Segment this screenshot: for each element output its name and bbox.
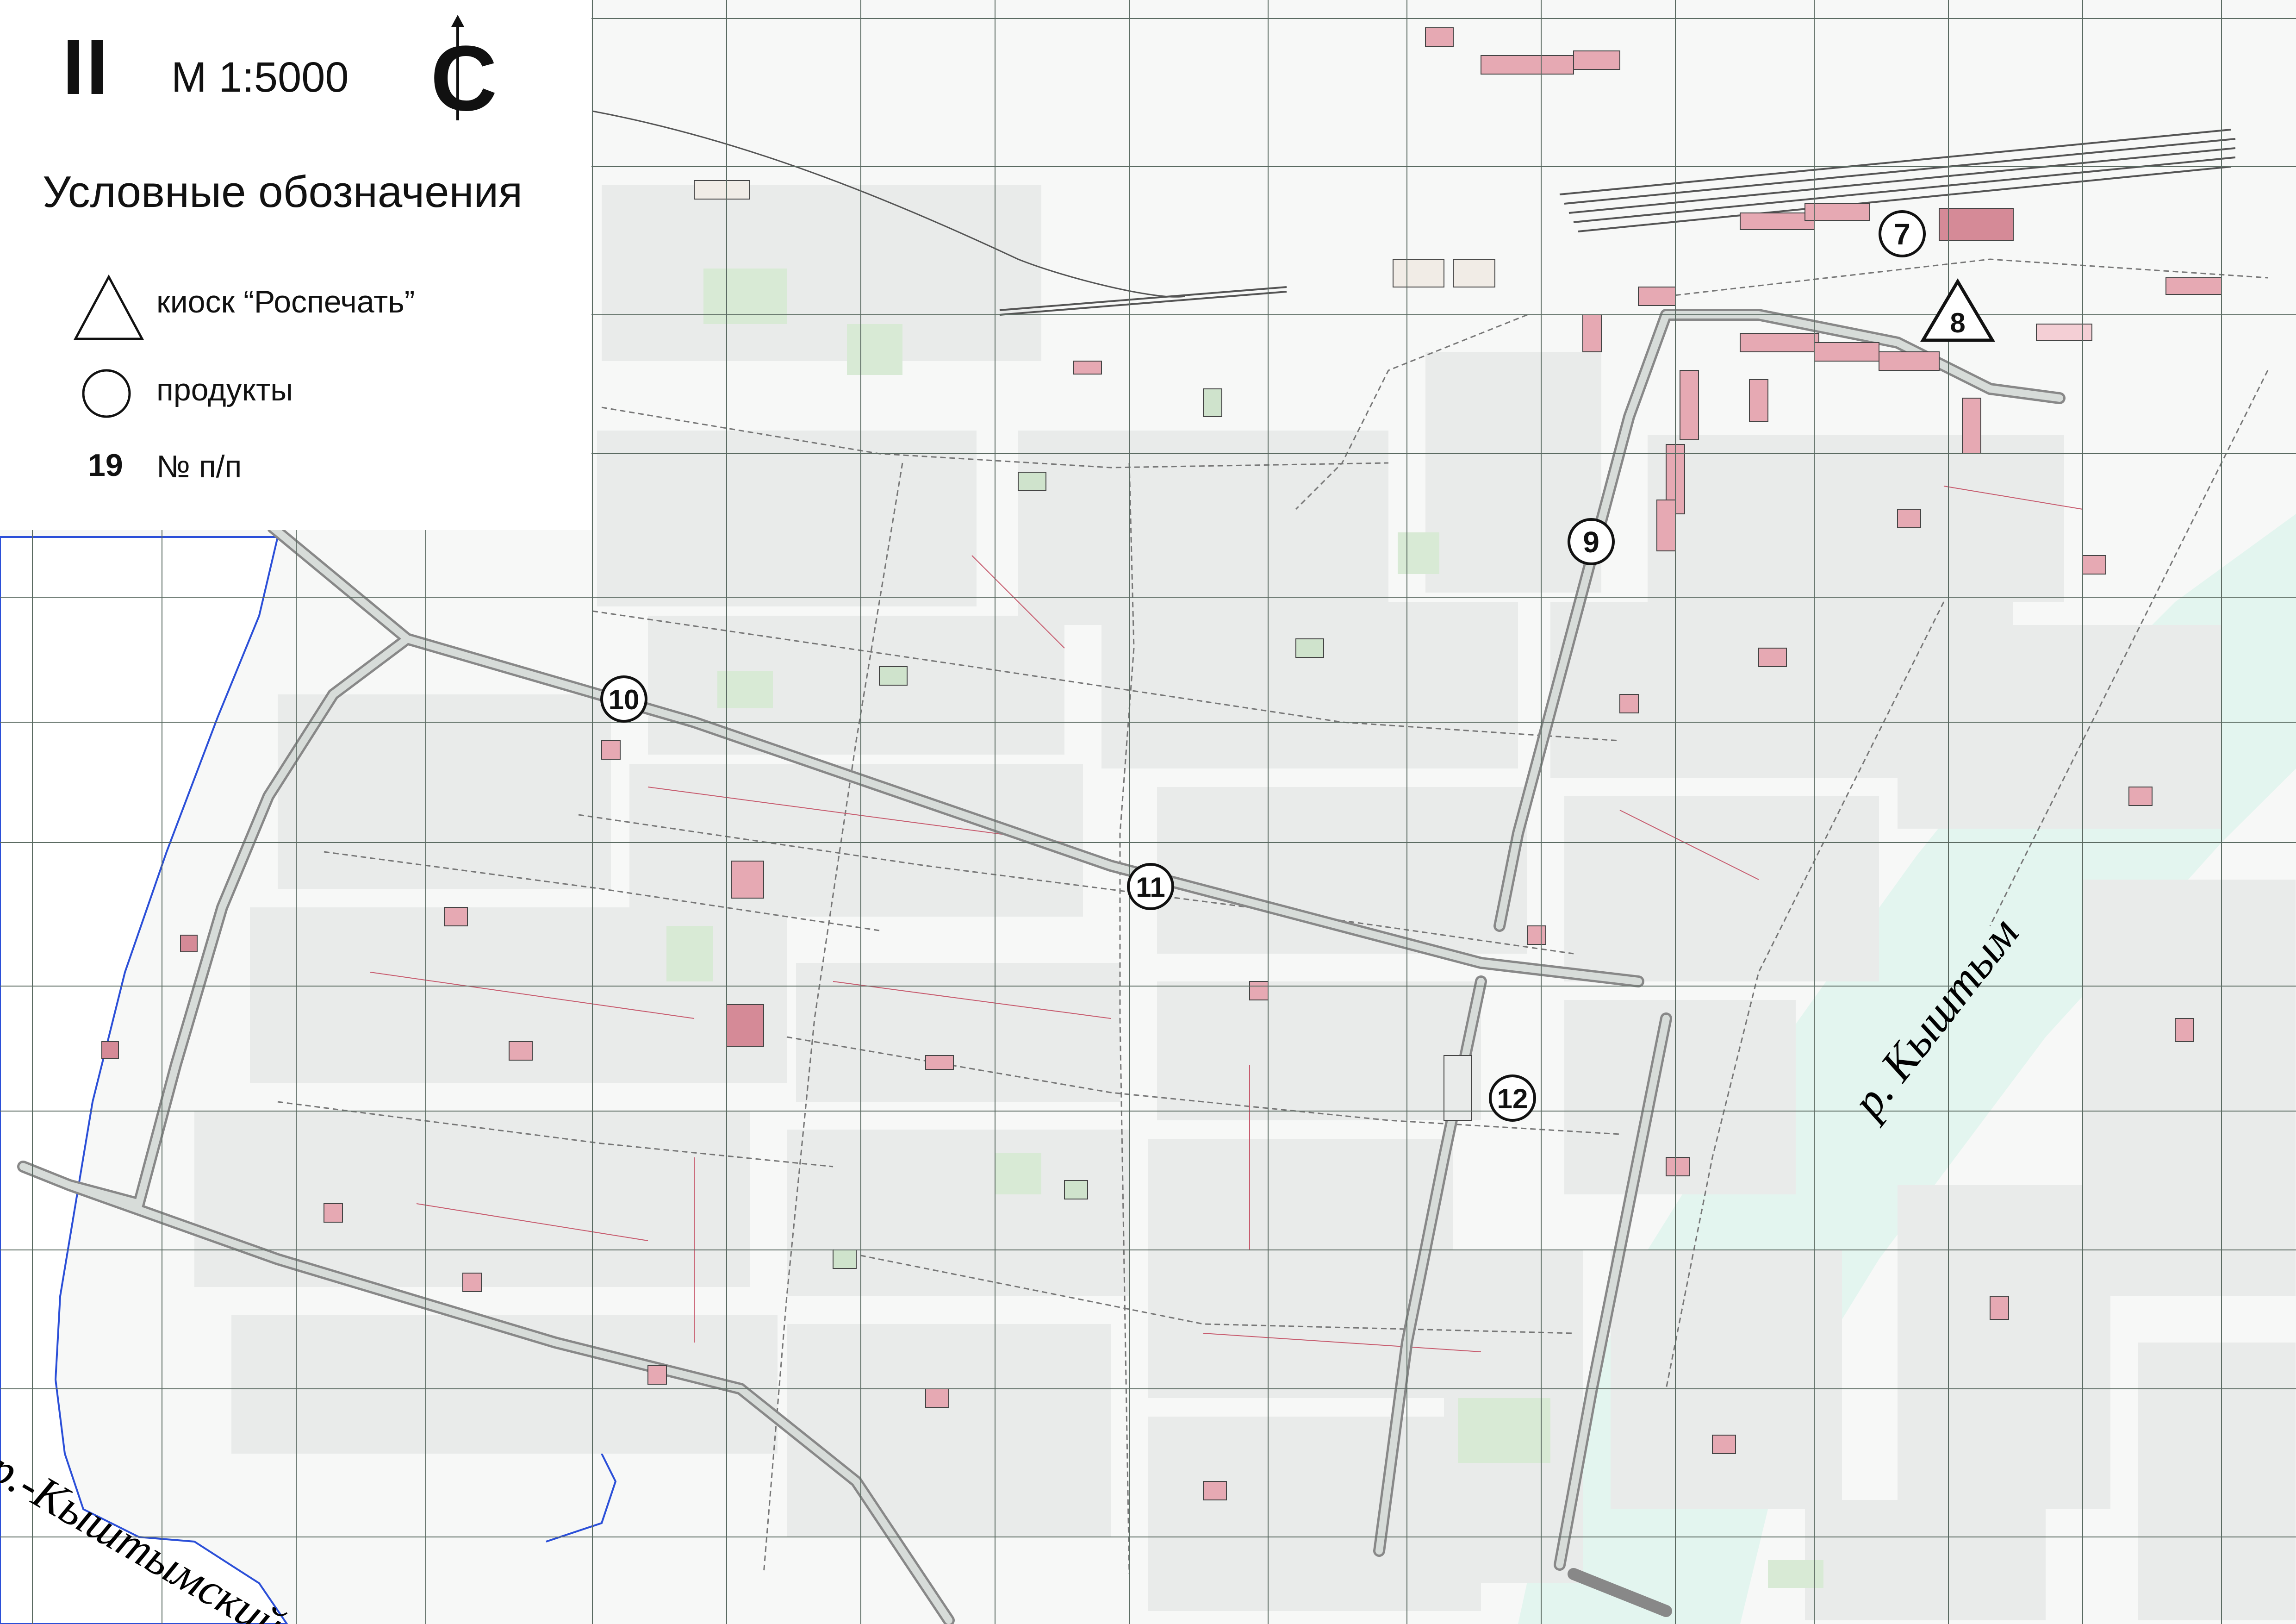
- marker-9-label: 9: [1583, 525, 1599, 559]
- legend-label-kiosk: киоск “Роспечать”: [156, 284, 415, 319]
- marker-10-circle-icon: 10: [600, 675, 647, 723]
- triangle-icon: [73, 274, 144, 340]
- map-scale: М 1:5000: [171, 54, 349, 101]
- north-label: С: [430, 27, 498, 130]
- sheet-number: II: [62, 23, 110, 111]
- marker-12-label: 12: [1497, 1083, 1528, 1114]
- marker-11-label: 11: [1136, 872, 1165, 903]
- marker-10-label: 10: [609, 684, 640, 715]
- legend-title: Условные обозначения: [43, 167, 523, 217]
- legend-label-products: продукты: [156, 372, 293, 407]
- marker-12-circle-icon: 12: [1489, 1074, 1536, 1122]
- marker-8-label: 8: [1950, 307, 1965, 338]
- legend-panel: II М 1:5000 С Условные обозначения киоск…: [0, 0, 591, 530]
- circle-icon: [82, 369, 131, 418]
- marker-11-circle-icon: 11: [1127, 863, 1174, 910]
- legend-label-number: № п/п: [156, 449, 242, 484]
- marker-7-label: 7: [1894, 218, 1910, 251]
- marker-9-circle-icon: 9: [1568, 518, 1615, 565]
- legend-number-sample: 19: [88, 448, 123, 483]
- marker-7-circle-icon: 7: [1879, 210, 1926, 257]
